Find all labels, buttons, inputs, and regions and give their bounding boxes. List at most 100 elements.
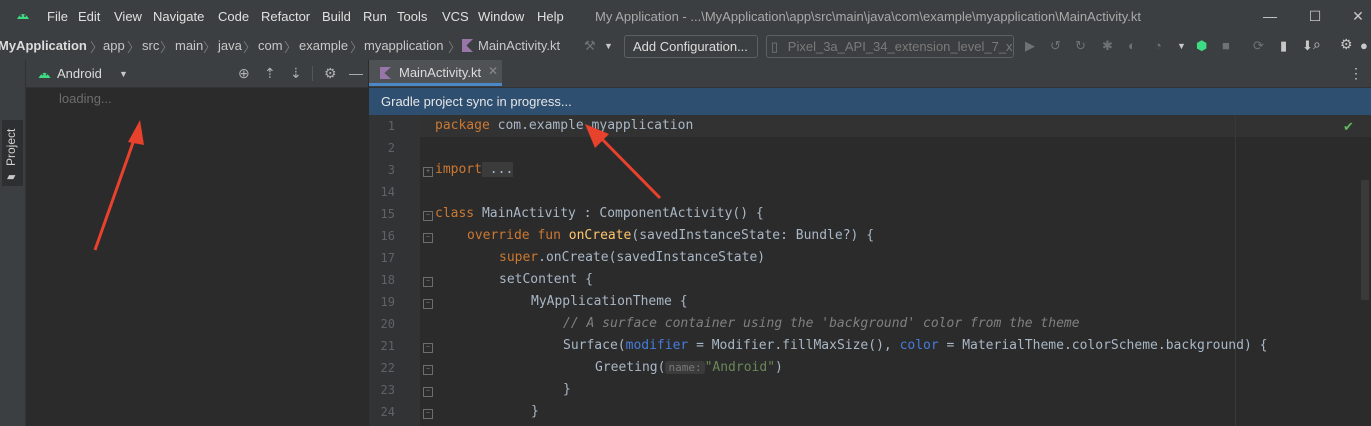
project-view-selector[interactable]: Android <box>57 66 102 81</box>
tab-label: MainActivity.kt <box>399 65 482 80</box>
close-window-icon[interactable]: ✕ <box>1348 6 1368 26</box>
no-problems-check-icon[interactable]: ✔ <box>1343 119 1354 135</box>
device-manager-icon[interactable]: ▮ <box>1280 38 1287 54</box>
breadcrumb-com[interactable]: com <box>258 38 283 53</box>
fold-collapse-icon[interactable]: − <box>423 211 433 221</box>
navigation-bar: MyApplication 〉 app 〉 src 〉 main 〉 java … <box>0 33 1371 61</box>
breadcrumb-java[interactable]: java <box>218 38 242 53</box>
android-studio-logo-icon <box>16 8 30 25</box>
vertical-scrollbar[interactable] <box>1361 180 1369 300</box>
menu-code[interactable]: Code <box>218 9 249 24</box>
line-number: 1 <box>387 119 395 133</box>
fold-expand-icon[interactable]: + <box>423 167 433 177</box>
right-margin-guide <box>1235 115 1236 426</box>
make-project-icon[interactable]: ⚒ <box>584 38 596 54</box>
project-tool-tab[interactable]: Project ▰ <box>2 120 23 186</box>
fold-collapse-icon[interactable]: − <box>423 277 433 287</box>
device-selector[interactable]: ▯ Pixel_3a_API_34_extension_level_7_x8..… <box>766 35 1014 58</box>
code-line-15: class MainActivity : ComponentActivity()… <box>435 206 764 221</box>
breadcrumb-myapplication[interactable]: myapplication <box>364 38 444 53</box>
menu-view[interactable]: View <box>114 9 142 24</box>
run-icon[interactable]: ▶ <box>1025 38 1035 54</box>
line-number: 18 <box>380 273 395 287</box>
chevron-down-icon[interactable]: ▼ <box>604 41 613 51</box>
close-tab-icon[interactable]: ✕ <box>488 64 498 78</box>
collapse-all-icon[interactable]: ⇣ <box>290 65 302 82</box>
fold-collapse-icon[interactable]: − <box>423 387 433 397</box>
annotation-arrow-package <box>585 124 662 200</box>
menu-run[interactable]: Run <box>363 9 387 24</box>
menu-edit[interactable]: Edit <box>78 9 100 24</box>
editor-tab-bar: MainActivity.kt ✕ ⋮ <box>369 60 1371 88</box>
kotlin-file-icon <box>462 39 473 52</box>
menu-file[interactable]: File <box>47 9 68 24</box>
minimize-icon[interactable]: — <box>1260 6 1280 26</box>
line-number: 22 <box>380 361 395 375</box>
breadcrumb-project[interactable]: MyApplication <box>0 38 87 53</box>
code-line-18: setContent { <box>499 272 593 287</box>
menu-tools[interactable]: Tools <box>397 9 427 24</box>
options-gear-icon[interactable]: ⚙ <box>324 65 337 82</box>
menu-navigate[interactable]: Navigate <box>153 9 204 24</box>
loading-text: loading... <box>59 91 112 106</box>
chevron-down-icon[interactable]: ▼ <box>1177 41 1186 51</box>
more-options-icon[interactable]: ⋮ <box>1349 65 1363 82</box>
line-number: 23 <box>380 383 395 397</box>
line-number: 15 <box>380 207 395 221</box>
debug-icon[interactable]: ✱ <box>1102 38 1113 54</box>
gradle-sync-banner: Gradle project sync in progress... <box>369 88 1371 115</box>
menu-vcs[interactable]: VCS <box>442 9 469 24</box>
menu-refactor[interactable]: Refactor <box>261 9 310 24</box>
line-number: 16 <box>380 229 395 243</box>
fold-collapse-icon[interactable]: − <box>423 299 433 309</box>
apply-changes-icon[interactable]: ↺ <box>1050 38 1061 54</box>
breadcrumb-separator-icon: 〉 <box>243 40 257 55</box>
sync-gradle-icon[interactable]: ⟳ <box>1253 38 1264 54</box>
maximize-icon[interactable]: ☐ <box>1305 6 1325 26</box>
chevron-down-icon[interactable]: ▼ <box>119 69 128 79</box>
coverage-icon[interactable]: ◐ <box>1128 38 1136 53</box>
kotlin-file-icon <box>380 67 391 79</box>
code-editor[interactable]: + − − − − − − − − package com.example.my… <box>420 115 1371 426</box>
sdk-manager-icon[interactable]: ⬇ <box>1302 38 1313 54</box>
breadcrumb-separator-icon: 〉 <box>284 40 298 55</box>
breadcrumb-separator-icon: 〉 <box>448 40 462 55</box>
left-tool-strip: Project ▰ <box>0 60 26 426</box>
search-icon[interactable]: ⌕ <box>1313 36 1321 53</box>
fold-collapse-icon[interactable]: − <box>423 343 433 353</box>
fold-collapse-icon[interactable]: − <box>423 365 433 375</box>
attach-debugger-icon[interactable]: ⬢ <box>1196 38 1207 54</box>
gradle-sync-text: Gradle project sync in progress... <box>381 94 572 109</box>
profile-icon[interactable]: ◔ <box>1154 38 1162 53</box>
breadcrumb-separator-icon: 〉 <box>160 40 174 55</box>
hide-panel-icon[interactable]: — <box>349 65 363 81</box>
expand-all-icon[interactable]: ⇡ <box>264 65 276 82</box>
breadcrumb-file[interactable]: MainActivity.kt <box>478 38 560 53</box>
fold-collapse-icon[interactable]: − <box>423 233 433 243</box>
breadcrumb-src[interactable]: src <box>142 38 159 53</box>
select-opened-file-icon[interactable]: ⊕ <box>238 65 250 82</box>
breadcrumb-app[interactable]: app <box>103 38 125 53</box>
breadcrumb-separator-icon: 〉 <box>350 40 364 55</box>
line-number: 3 <box>387 163 395 177</box>
add-configuration-button[interactable]: Add Configuration... <box>624 35 758 58</box>
settings-gear-icon[interactable]: ⚙ <box>1340 36 1353 53</box>
window-title: My Application - ...\MyApplication\app\s… <box>595 9 1141 24</box>
breadcrumb-main[interactable]: main <box>175 38 203 53</box>
project-panel-header: Android ▼ ⊕ ⇡ ⇣ ⚙ — <box>26 60 368 88</box>
stop-icon[interactable]: ■ <box>1222 38 1230 53</box>
tab-mainactivity[interactable]: MainActivity.kt ✕ <box>369 60 502 86</box>
device-icon: ▯ <box>771 39 779 54</box>
code-line-24: } <box>531 404 539 419</box>
menu-window[interactable]: Window <box>478 9 524 24</box>
breadcrumb-example[interactable]: example <box>299 38 348 53</box>
menu-help[interactable]: Help <box>537 9 564 24</box>
code-line-3: import ... <box>435 162 514 177</box>
fold-collapse-icon[interactable]: − <box>423 409 433 419</box>
device-label: Pixel_3a_API_34_extension_level_7_x8... <box>787 39 1014 54</box>
line-number: 24 <box>380 405 395 419</box>
project-tree[interactable]: loading... <box>26 88 368 426</box>
menu-build[interactable]: Build <box>322 9 351 24</box>
avatar-icon[interactable]: ● <box>1360 38 1368 53</box>
apply-code-changes-icon[interactable]: ↻ <box>1075 38 1086 54</box>
